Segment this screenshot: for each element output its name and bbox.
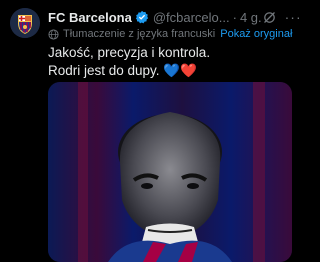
hearts-emoji: 💙❤️ (163, 63, 197, 78)
show-original-link[interactable]: Pokaż oryginał (220, 28, 292, 40)
translation-row: Tłumaczenie z języka francuski Pokaż ory… (48, 27, 294, 41)
verified-badge-icon (135, 10, 148, 24)
barcelona-crest-icon (10, 8, 40, 38)
translation-label: Tłumaczenie z języka francuski (63, 28, 216, 40)
post-image[interactable] (48, 82, 292, 262)
post-text-line-2: Rodri jest do dupy. 💙❤️ (48, 62, 292, 80)
avatar[interactable] (10, 8, 40, 38)
post-text-line-1: Jakość, precyzja i kontrola. (48, 45, 211, 60)
more-icon[interactable]: ··· (285, 9, 302, 25)
post-time[interactable]: 4 g. (240, 10, 262, 25)
separator-dot: · (232, 9, 237, 25)
grok-icon[interactable] (262, 10, 277, 25)
post-text-line-2-text: Rodri jest do dupy. (48, 63, 160, 78)
author-handle[interactable]: @fcbarcelo... (153, 10, 230, 25)
globe-icon (48, 28, 59, 40)
player-photo (48, 82, 292, 262)
post-header: FC Barcelona @fcbarcelo... · 4 g. ··· (48, 8, 301, 26)
author-name[interactable]: FC Barcelona (48, 10, 132, 25)
post-text: Jakość, precyzja i kontrola. Rodri jest … (48, 44, 292, 80)
